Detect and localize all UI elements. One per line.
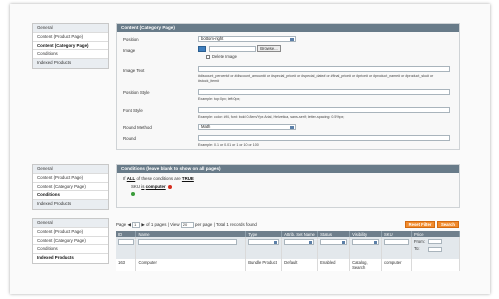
of-pages-text: of 1 pages (145, 222, 167, 228)
price-from-input[interactable] (427, 239, 442, 245)
round-note: Example: 0.1 or 0.01 or 1 or 10 or 100 (198, 143, 259, 147)
cell-attrib-set: Default (281, 259, 319, 271)
panel-title: Content (Category Page) (117, 24, 459, 32)
condition-attribute[interactable]: SKU (131, 184, 140, 189)
aggregator-all-link[interactable]: ALL (127, 176, 136, 181)
price-to-input[interactable] (427, 246, 442, 252)
conditions-aggregator-line: If ALL of these conditions are TRUE (123, 176, 194, 181)
per-page-select[interactable]: 20 (180, 222, 194, 228)
filter-status-select[interactable] (320, 239, 347, 245)
delete-image-checkbox[interactable] (206, 55, 210, 59)
tab-general[interactable]: General (33, 165, 108, 174)
aggregator-true-link[interactable]: TRUE (182, 176, 194, 181)
page-input[interactable]: 1 (132, 222, 141, 228)
next-page-icon[interactable]: ▶ (141, 222, 144, 227)
tab-list-2: General Content (Product Page) Content (… (32, 164, 109, 210)
font-style-label: Font Style (123, 108, 143, 113)
browse-button[interactable]: Browse... (257, 45, 281, 52)
condition-operator-link[interactable]: is (141, 184, 144, 189)
filter-id-input[interactable] (118, 239, 135, 245)
delete-image-label: Delete Image (212, 54, 237, 59)
cell-id: 163 (116, 259, 137, 271)
grid-filter-row: From: To: (116, 237, 461, 259)
font-style-input[interactable] (198, 107, 450, 113)
tab-conditions[interactable]: Conditions (33, 191, 108, 201)
position-style-note: Example: top:0px; left:0px; (198, 97, 241, 101)
image-label: Image (123, 48, 136, 53)
cell-type: Bundle Product (245, 259, 283, 271)
tab-content-product-page[interactable]: Content (Product Page) (33, 228, 108, 237)
price-to-label: To: (413, 246, 420, 252)
search-button[interactable]: Search (437, 221, 459, 228)
pager-separator: | (167, 222, 169, 228)
condition-value-link[interactable]: computer (146, 184, 166, 189)
cell-visibility: Catalog, Search (349, 259, 383, 271)
tab-content-category-page[interactable]: Content (Category Page) (33, 183, 108, 192)
per-page-text: per page (195, 222, 213, 228)
tab-list-1: General Content (Product Page) Content (… (32, 23, 109, 69)
condition-row: SKU is computer (131, 184, 172, 189)
position-style-label: Position Style (123, 90, 150, 95)
indexed-products-grid: ID Name Type Attrib. Set Name Status Vis… (116, 231, 461, 271)
page-label: Page (116, 222, 127, 228)
tab-content-category-page[interactable]: Content (Category Page) (33, 41, 108, 51)
remove-condition-icon[interactable] (167, 184, 172, 189)
round-label: Round (123, 136, 136, 141)
tab-indexed-products[interactable]: Indexed Products (33, 254, 108, 263)
tab-indexed-products[interactable]: Indexed Products (33, 200, 108, 209)
tab-general[interactable]: General (33, 219, 108, 228)
image-text-note: #discount_percent# or #discount_amount# … (198, 74, 434, 83)
prev-page-icon[interactable]: ◀ (128, 222, 131, 227)
tab-content-product-page[interactable]: Content (Product Page) (33, 33, 108, 42)
tab-content-category-page[interactable]: Content (Category Page) (33, 237, 108, 246)
add-condition-icon[interactable] (131, 192, 135, 196)
conditions-mid-text: of these conditions are (136, 176, 181, 181)
font-style-note: Example: color: #f4, font: bold 0.8em/Yp… (198, 115, 345, 119)
filter-name-input[interactable] (138, 239, 237, 245)
table-row[interactable]: 163 Computer Bundle Product Default Enab… (116, 259, 461, 271)
price-from-row: From: (413, 239, 459, 245)
cell-status: Enabled (317, 259, 351, 271)
price-to-row: To: (413, 246, 459, 252)
position-style-input[interactable] (198, 89, 450, 95)
pager-separator: | (213, 222, 215, 228)
image-preview (198, 46, 206, 52)
total-records-text: Total 1 records found (215, 222, 257, 228)
conditions-panel-title: Conditions (leave blank to show on all p… (117, 165, 459, 173)
tab-general[interactable]: General (33, 24, 108, 33)
price-from-label: From: (413, 239, 425, 244)
filter-type-select[interactable] (248, 239, 279, 245)
image-text-input[interactable] (198, 66, 450, 72)
view-label: View (170, 222, 180, 228)
image-text-label: Image Text (123, 68, 145, 73)
round-input[interactable] (198, 135, 450, 141)
image-file-input[interactable] (209, 46, 256, 52)
tab-content-product-page[interactable]: Content (Product Page) (33, 174, 108, 183)
column-header-attrib-set[interactable]: Attrib. Set Name (281, 231, 319, 237)
content-category-page-panel: Content (Category Page) Position bottom-… (116, 23, 460, 150)
tab-conditions[interactable]: Conditions (33, 245, 108, 255)
cell-name: Computer (135, 259, 247, 271)
tab-conditions[interactable]: Conditions (33, 50, 108, 60)
filter-attrib-set-select[interactable] (284, 239, 315, 245)
conditions-if: If (123, 176, 126, 181)
cell-sku: computer (381, 259, 412, 271)
cell-price (411, 259, 461, 271)
filter-sku-input[interactable] (384, 239, 409, 245)
position-label: Position (123, 37, 139, 42)
tab-list-3: General Content (Product Page) Content (… (32, 218, 109, 264)
tab-indexed-products[interactable]: Indexed Products (33, 59, 108, 68)
filter-visibility-select[interactable] (352, 239, 379, 245)
grid-pager: Page ◀ 1 ▶ of 1 pages | View 20 per page… (116, 222, 257, 228)
round-method-label: Round Method (123, 125, 152, 130)
position-select[interactable]: bottom-right (198, 36, 296, 42)
reset-filter-button[interactable]: Reset Filter (405, 221, 435, 228)
round-method-select[interactable]: Math (198, 124, 296, 130)
conditions-panel: Conditions (leave blank to show on all p… (116, 164, 460, 208)
